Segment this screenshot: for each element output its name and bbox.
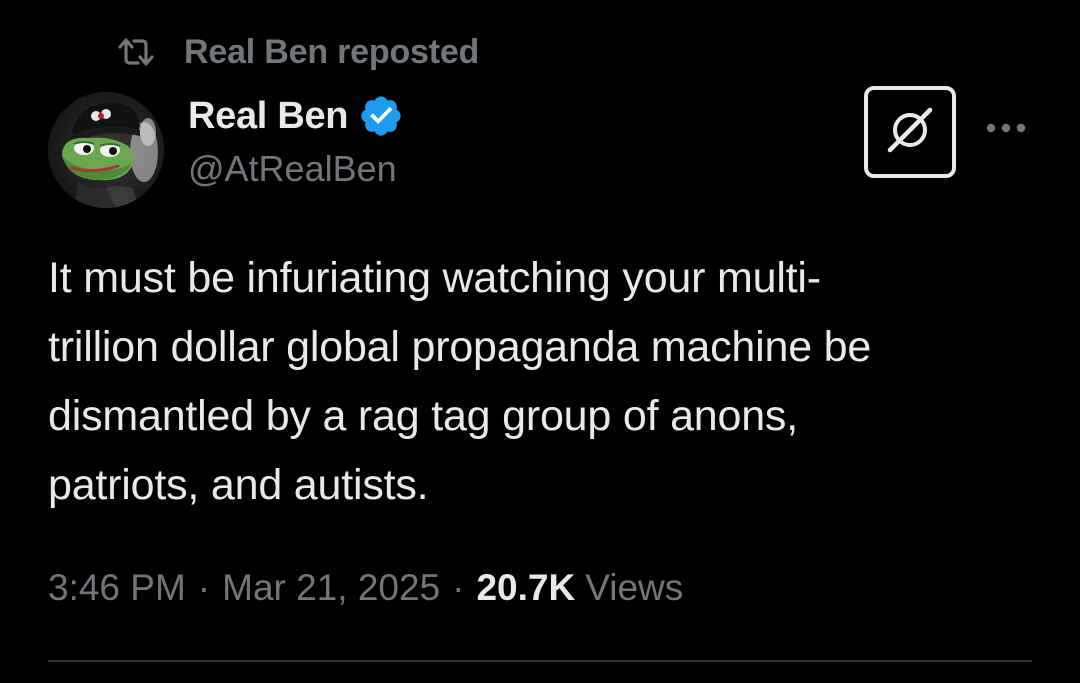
grok-icon <box>882 102 938 163</box>
tweet-date[interactable]: Mar 21, 2025 <box>222 567 440 609</box>
tweet-text: It must be infuriating watching your mul… <box>48 254 872 509</box>
meta-separator: · <box>197 567 211 608</box>
tweet-time[interactable]: 3:46 PM <box>48 567 186 609</box>
divider <box>48 660 1032 662</box>
grok-button[interactable] <box>864 86 956 178</box>
repost-header: Real Ben reposted <box>114 30 479 74</box>
verified-badge-icon[interactable] <box>358 93 404 139</box>
meta-separator: · <box>452 567 465 608</box>
repost-icon <box>114 32 158 72</box>
author-handle[interactable]: @AtRealBen <box>188 148 397 190</box>
author-name-row: Real Ben <box>188 90 404 142</box>
views-count: 20.7K <box>476 567 576 608</box>
more-options-button[interactable] <box>984 112 1028 148</box>
frog-avatar-icon <box>48 92 164 208</box>
reposter-link[interactable]: Real Ben reposted <box>184 33 479 72</box>
tweet-meta: 3:46 PM · Mar 21, 2025 · 20.7K Views <box>48 562 683 614</box>
avatar[interactable] <box>48 92 164 208</box>
views-label: Views <box>585 567 684 608</box>
more-options-icon <box>985 121 1027 139</box>
author-display-name[interactable]: Real Ben <box>188 95 349 138</box>
